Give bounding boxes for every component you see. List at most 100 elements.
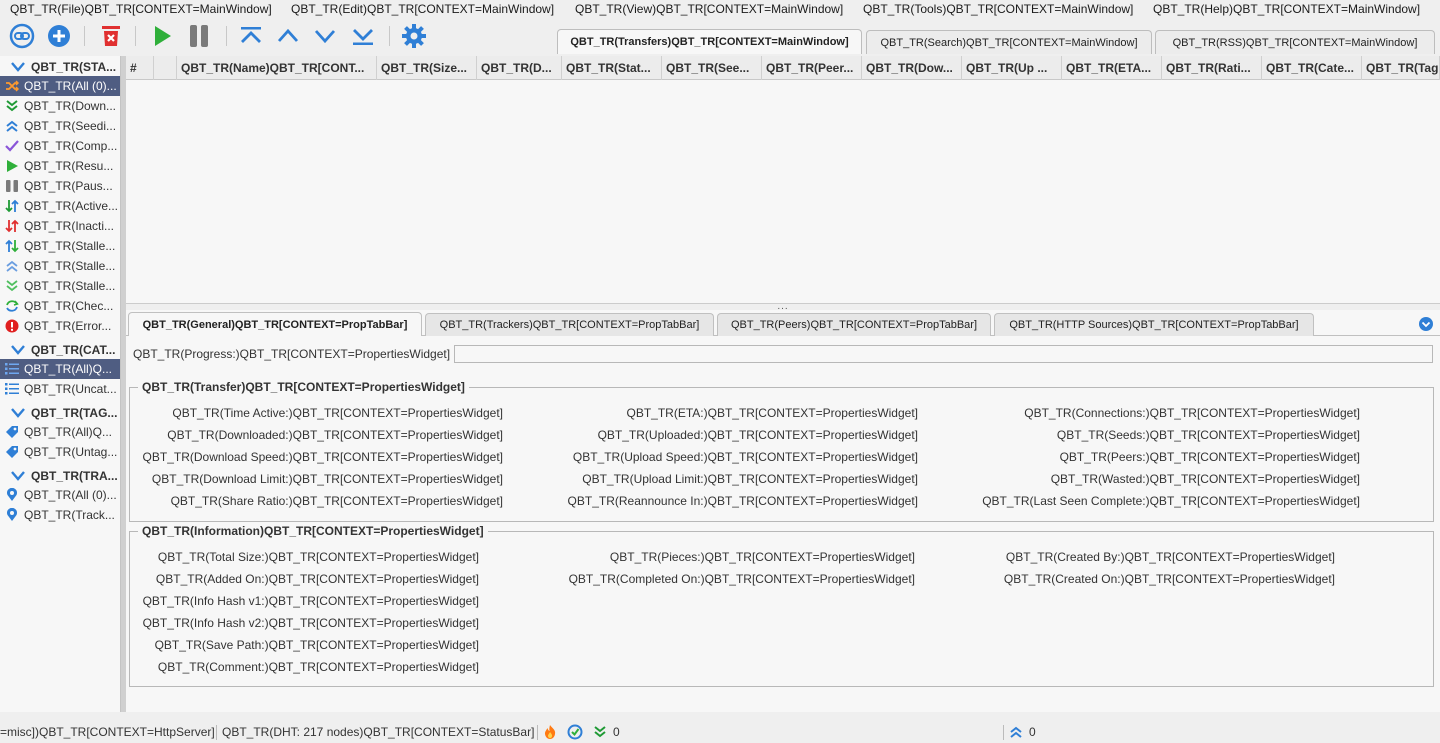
tab-rss-label: QBT_TR(RSS)QBT_TR[CONTEXT=MainWindow] [1172,36,1418,49]
add-link-icon [9,23,35,49]
move-up-button[interactable] [274,22,302,50]
seeds-label: QBT_TR(Seeds:)QBT_TR[CONTEXT=PropertiesW… [1056,428,1360,442]
tags-filter-header[interactable]: QBT_TR(TAG... [0,403,120,423]
status-filter-completed[interactable]: QBT_TR(Comp... [0,136,120,156]
status-filter-active[interactable]: QBT_TR(Active... [0,196,120,216]
menu-file[interactable]: QBT_TR(File)QBT_TR[CONTEXT=MainWindow] [10,2,272,16]
tags-filter-title: QBT_TR(TAG... [31,406,118,420]
status-filter-header[interactable]: QBT_TR(STA... [0,57,120,77]
status-filter-all[interactable]: QBT_TR(All (0)... [0,76,120,96]
column-header-tags[interactable]: QBT_TR(Tag [1362,56,1440,80]
stalled-up-icon [5,259,19,273]
prop-tabs-menu-button[interactable] [1419,317,1433,331]
column-header-status[interactable]: QBT_TR(Stat... [562,56,662,80]
tab-rss[interactable]: QBT_TR(RSS)QBT_TR[CONTEXT=MainWindow] [1155,30,1435,54]
information-group-title: QBT_TR(Information)QBT_TR[CONTEXT=Proper… [138,524,488,538]
status-filter-inactive[interactable]: QBT_TR(Inacti... [0,216,120,236]
menu-tools[interactable]: QBT_TR(Tools)QBT_TR[CONTEXT=MainWindow] [863,2,1133,16]
sidebar-item-label: QBT_TR(All)Q... [24,362,113,376]
chevron-down-icon [10,468,26,484]
toolbar-separator [135,26,136,46]
trackers-filter-header[interactable]: QBT_TR(TRA... [0,466,120,486]
status-filter-stalled[interactable]: QBT_TR(Stalle... [0,236,120,256]
eta-label: QBT_TR(ETA:)QBT_TR[CONTEXT=PropertiesWid… [626,406,919,420]
statusbar-separator [537,725,538,740]
created-on-label: QBT_TR(Created On:)QBT_TR[CONTEXT=Proper… [1003,572,1335,586]
column-header-down-speed[interactable]: QBT_TR(Dow... [862,56,962,80]
dht-status: QBT_TR(DHT: 217 nodes)QBT_TR[CONTEXT=Sta… [222,725,535,739]
menu-view[interactable]: QBT_TR(View)QBT_TR[CONTEXT=MainWindow] [575,2,843,16]
upload-speed-icon [1010,726,1022,738]
tracker-filter-trackerless[interactable]: QBT_TR(Track... [0,505,120,525]
resumed-play-icon [5,159,19,173]
tracker-filter-all[interactable]: QBT_TR(All (0)... [0,485,120,505]
status-filter-seeding[interactable]: QBT_TR(Seedi... [0,116,120,136]
alt-speed-button[interactable] [542,724,558,740]
prop-tab-general-label: QBT_TR(General)QBT_TR[CONTEXT=PropTabBar… [142,318,408,331]
list-icon [5,382,19,396]
transfer-group-title: QBT_TR(Transfer)QBT_TR[CONTEXT=Propertie… [138,380,469,394]
upload-speed-label: QBT_TR(Upload Speed:)QBT_TR[CONTEXT=Prop… [572,450,918,464]
column-header-up-speed[interactable]: QBT_TR(Up ... [962,56,1062,80]
prop-tab-general[interactable]: QBT_TR(General)QBT_TR[CONTEXT=PropTabBar… [128,312,422,336]
status-filter-downloading[interactable]: QBT_TR(Down... [0,96,120,116]
menu-help[interactable]: QBT_TR(Help)QBT_TR[CONTEXT=MainWindow] [1153,2,1420,16]
sidebar-item-label: QBT_TR(Track... [24,508,115,522]
add-link-button[interactable] [8,22,36,50]
tab-transfers[interactable]: QBT_TR(Transfers)QBT_TR[CONTEXT=MainWind… [557,29,862,54]
menu-edit[interactable]: QBT_TR(Edit)QBT_TR[CONTEXT=MainWindow] [291,2,554,16]
status-filter-stalled-uploading[interactable]: QBT_TR(Stalle... [0,256,120,276]
move-bottom-button[interactable] [349,22,377,50]
resume-button[interactable] [148,22,176,50]
transfer-list[interactable]: # QBT_TR(Name)QBT_TR[CONT... QBT_TR(Size… [126,56,1440,304]
category-filter-uncategorized[interactable]: QBT_TR(Uncat... [0,379,120,399]
status-filter-resumed[interactable]: QBT_TR(Resu... [0,156,120,176]
sidebar-item-label: QBT_TR(All)Q... [24,425,113,439]
tag-filter-all[interactable]: QBT_TR(All)Q... [0,422,120,442]
status-filter-errored[interactable]: QBT_TR(Error... [0,316,120,336]
sidebar-item-label: QBT_TR(Stalle... [24,279,116,293]
category-filter-all[interactable]: QBT_TR(All)Q... [0,359,120,379]
download-speed-icon-wrap [592,724,608,740]
prop-tab-peers[interactable]: QBT_TR(Peers)QBT_TR[CONTEXT=PropTabBar] [717,313,991,336]
status-filter-stalled-downloading[interactable]: QBT_TR(Stalle... [0,276,120,296]
move-down-button[interactable] [311,22,339,50]
column-header-name[interactable]: QBT_TR(Name)QBT_TR[CONT... [177,56,377,80]
status-filter-paused[interactable]: QBT_TR(Paus... [0,176,120,196]
column-header-ratio[interactable]: QBT_TR(Rati... [1162,56,1262,80]
move-top-button[interactable] [237,22,265,50]
delete-icon [102,26,120,46]
categories-filter-header[interactable]: QBT_TR(CAT... [0,340,120,360]
active-arrows-icon [5,199,19,213]
column-header-state[interactable] [154,56,177,80]
prop-tab-trackers[interactable]: QBT_TR(Trackers)QBT_TR[CONTEXT=PropTabBa… [425,313,714,336]
column-header-size[interactable]: QBT_TR(Size... [377,56,477,80]
status-filter-checking[interactable]: QBT_TR(Chec... [0,296,120,316]
prop-tab-http-sources[interactable]: QBT_TR(HTTP Sources)QBT_TR[CONTEXT=PropT… [994,313,1314,336]
pause-button[interactable] [185,22,213,50]
column-header-done[interactable]: QBT_TR(D... [477,56,562,80]
download-limit-label: QBT_TR(Download Limit:)QBT_TR[CONTEXT=Pr… [151,472,503,486]
column-header-category[interactable]: QBT_TR(Cate... [1262,56,1362,80]
toolbar-separator [389,26,390,46]
tab-search[interactable]: QBT_TR(Search)QBT_TR[CONTEXT=MainWindow] [866,30,1152,54]
connection-status-button[interactable] [567,724,583,740]
column-header-priority[interactable]: # [126,56,154,80]
column-header-seeds[interactable]: QBT_TR(See... [662,56,762,80]
prop-tab-trackers-label: QBT_TR(Trackers)QBT_TR[CONTEXT=PropTabBa… [439,319,700,331]
downloading-icon [5,99,19,113]
column-header-eta[interactable]: QBT_TR(ETA... [1062,56,1162,80]
progress-label: QBT_TR(Progress:)QBT_TR[CONTEXT=Properti… [133,347,451,361]
move-top-icon [241,27,261,43]
tag-filter-untagged[interactable]: QBT_TR(Untag... [0,442,120,462]
resume-icon [155,26,171,46]
info-hash-v1-label: QBT_TR(Info Hash v1:)QBT_TR[CONTEXT=Prop… [142,594,479,608]
add-torrent-button[interactable] [45,22,73,50]
options-button[interactable] [400,22,428,50]
column-header-peers[interactable]: QBT_TR(Peer... [762,56,862,80]
tag-icon [5,425,19,439]
delete-button[interactable] [97,22,125,50]
sidebar-item-label: QBT_TR(Active... [24,199,119,213]
chevron-down-icon [10,405,26,421]
sidebar-item-label: QBT_TR(Paus... [24,179,113,193]
